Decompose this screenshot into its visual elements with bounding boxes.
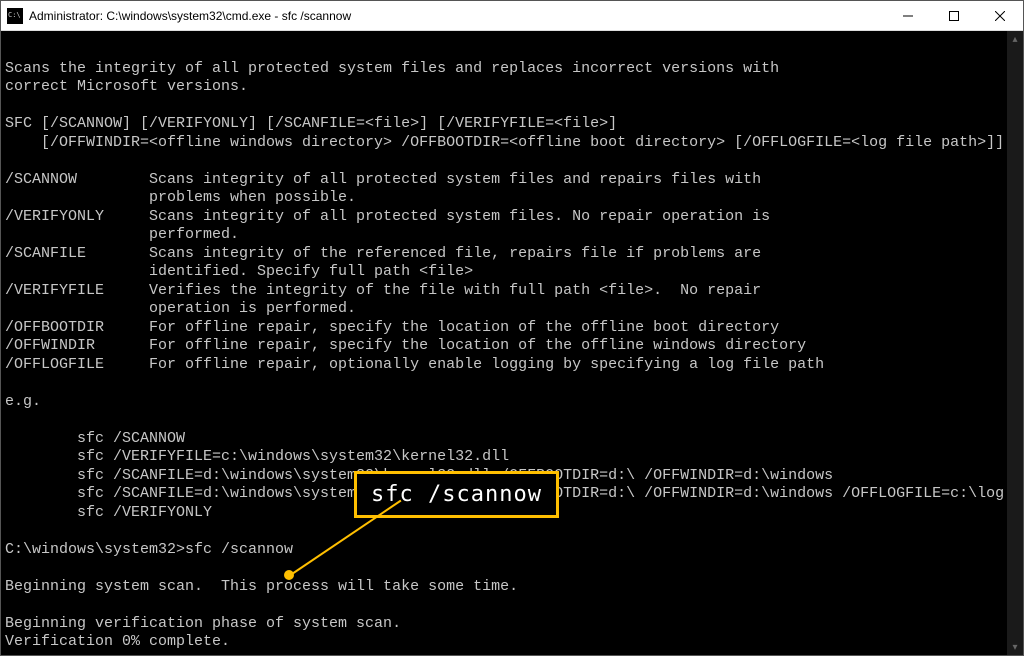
scroll-down-button[interactable] <box>1007 639 1023 655</box>
command-prompt-window: Administrator: C:\windows\system32\cmd.e… <box>0 0 1024 656</box>
terminal-area[interactable]: Scans the integrity of all protected sys… <box>1 31 1023 655</box>
window-controls <box>885 1 1023 30</box>
scroll-up-button[interactable] <box>1007 31 1023 47</box>
cmd-icon <box>7 8 23 24</box>
minimize-button[interactable] <box>885 1 931 30</box>
scrollbar[interactable] <box>1007 31 1023 655</box>
annotation-anchor-dot <box>284 570 294 580</box>
titlebar[interactable]: Administrator: C:\windows\system32\cmd.e… <box>1 1 1023 31</box>
window-title: Administrator: C:\windows\system32\cmd.e… <box>29 9 351 23</box>
close-button[interactable] <box>977 1 1023 30</box>
maximize-button[interactable] <box>931 1 977 30</box>
terminal-output: Scans the integrity of all protected sys… <box>1 31 1009 655</box>
